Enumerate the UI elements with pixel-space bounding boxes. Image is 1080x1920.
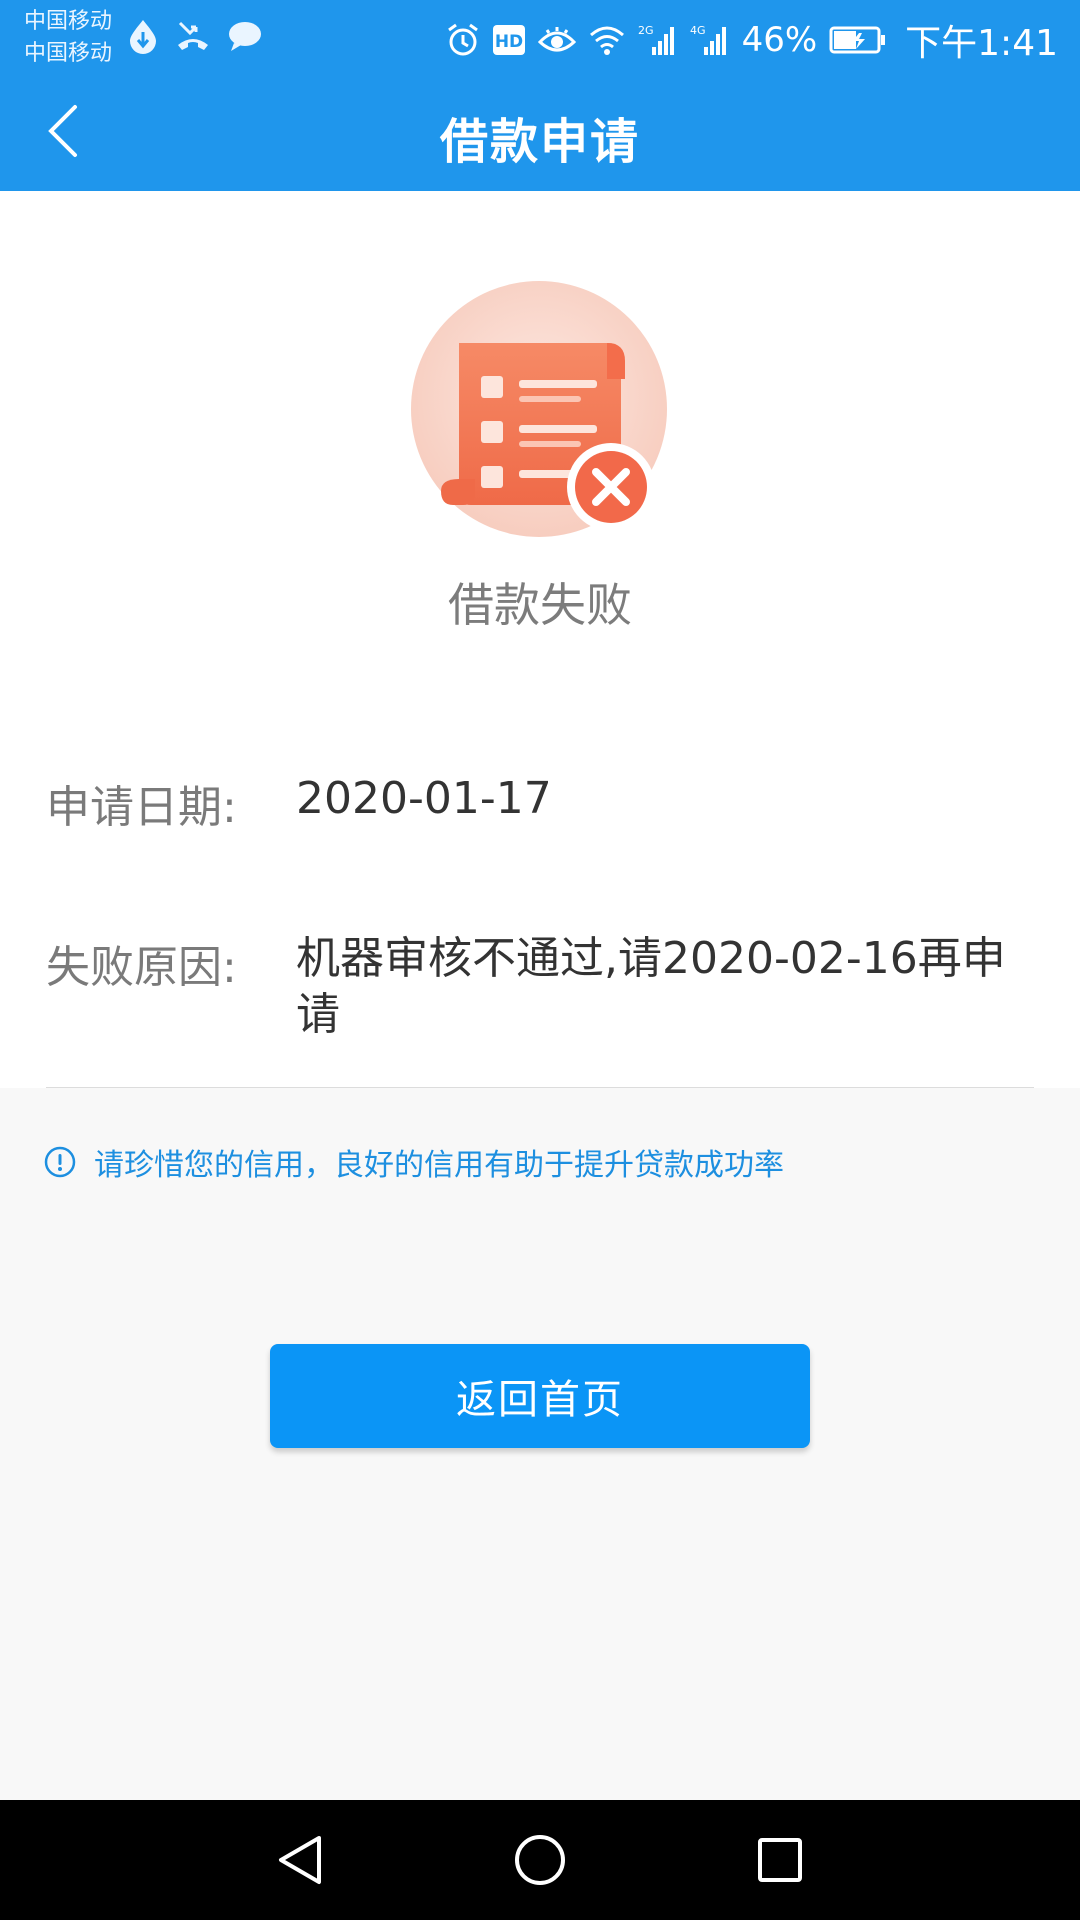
- battery-icon: [829, 25, 887, 55]
- wifi-icon: [588, 24, 626, 56]
- hd-badge-text: HD: [494, 32, 522, 52]
- back-triangle-icon: [279, 1836, 321, 1884]
- reason-label: 失败原因:: [46, 942, 237, 993]
- data-saver-icon: [126, 18, 160, 54]
- status-right: HD 2G 4G 46% 下午1:41: [446, 14, 1058, 66]
- notice-text: 请珍惜您的信用，良好的信用有助于提升贷款成功率: [94, 1148, 784, 1183]
- date-label: 申请日期:: [46, 782, 237, 833]
- app-bar: 借款申请: [0, 78, 1080, 191]
- info-icon: [44, 1146, 76, 1178]
- status-left-icons: [126, 18, 264, 54]
- reason-value: 机器审核不通过,请2020-02-16再申请: [296, 933, 1006, 1040]
- status-time: 下午1:41: [905, 23, 1058, 64]
- home-circle-icon: [515, 1835, 565, 1885]
- screen: 中国移动 中国移动 HD 2G 4G 46% 下午1:41 借款申请 借款失败 …: [0, 0, 1080, 1920]
- hd-icon: HD: [492, 24, 526, 56]
- recents-square-icon: [758, 1838, 802, 1882]
- nav-home-button[interactable]: [510, 1830, 570, 1890]
- carrier-1: 中国移动: [24, 9, 113, 34]
- result-card: 借款失败 申请日期: 2020-01-17 失败原因: 机器审核不通过,请202…: [0, 191, 1080, 1088]
- page-title: 借款申请: [439, 114, 640, 170]
- system-nav-bar: [0, 1800, 1080, 1920]
- document-failed-icon: [411, 281, 671, 541]
- battery-percent: 46%: [741, 20, 818, 60]
- carrier-2: 中国移动: [24, 41, 113, 66]
- eye-comfort-icon: [537, 25, 576, 55]
- signal-4g-icon: 4G: [690, 23, 730, 57]
- signal-2g-icon: 2G: [638, 23, 678, 57]
- nav-back-button[interactable]: [270, 1830, 330, 1890]
- status-bar: 中国移动 中国移动 HD 2G 4G 46% 下午1:41: [0, 0, 1080, 78]
- return-home-button[interactable]: 返回首页: [270, 1344, 810, 1448]
- top-bar: 中国移动 中国移动 HD 2G 4G 46% 下午1:41 借款申请: [0, 0, 1080, 191]
- credit-notice: 请珍惜您的信用，良好的信用有助于提升贷款成功率: [44, 1140, 784, 1184]
- date-row: 申请日期: 2020-01-17: [46, 771, 1034, 835]
- message-icon: [226, 19, 264, 53]
- network-4g-label: 4G: [690, 24, 706, 37]
- alarm-icon: [446, 22, 480, 58]
- divider: [46, 1087, 1034, 1088]
- reason-row: 失败原因: 机器审核不通过,请2020-02-16再申请: [46, 931, 1034, 1043]
- missed-call-icon: [174, 19, 212, 53]
- carrier-info: 中国移动 中国移动: [24, 6, 112, 70]
- network-2g-label: 2G: [638, 24, 654, 37]
- nav-recents-button[interactable]: [750, 1830, 810, 1890]
- result-title: 借款失败: [448, 578, 632, 632]
- date-value: 2020-01-17: [296, 773, 552, 824]
